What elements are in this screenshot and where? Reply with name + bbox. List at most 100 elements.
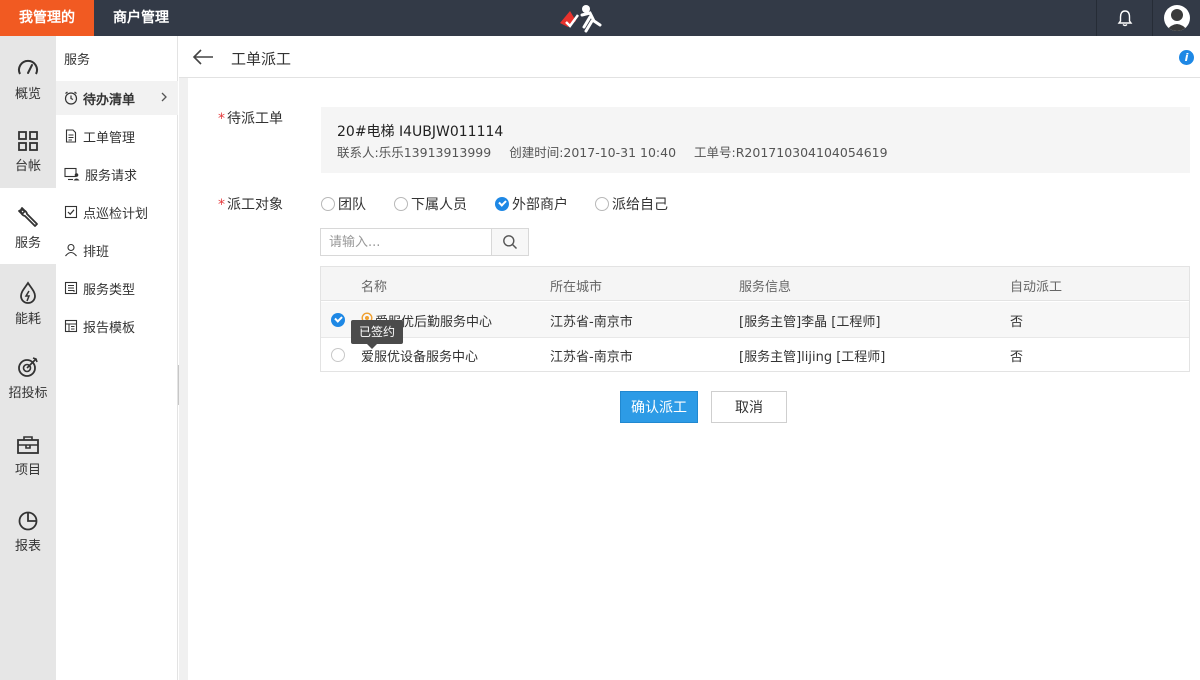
radio-label: 下属人员: [411, 197, 467, 213]
table-header: 名称 所在城市 服务信息 自动派工: [321, 267, 1189, 301]
alarm-clock-icon: [64, 91, 78, 105]
rail-label: 能耗: [14, 312, 41, 327]
target-icon: [18, 357, 38, 377]
rail-item-overview[interactable]: 概览: [0, 36, 56, 112]
sidebar-item-label: 服务请求: [85, 168, 138, 184]
user-avatar-icon: [1163, 5, 1190, 31]
merchant-city: 江苏省-南京市: [550, 350, 633, 365]
main-content: 工单派工 i * 待派工单 20#电梯 I4UBJW011114 联系人:乐乐13…: [179, 36, 1200, 680]
sidebar-item-label: 工单管理: [83, 130, 136, 146]
column-header-name: 名称: [361, 280, 388, 295]
user-avatar[interactable]: [1152, 0, 1200, 36]
rail-item-bidding[interactable]: 招投标: [0, 340, 56, 416]
service-sidebar: 服务 待办清单 工单管理 服务请求 点巡检计划 排班 服务类型 报告模板: [56, 36, 178, 680]
work-order-details: 联系人:乐乐13913913999 创建时间:2017-10-31 10:40 …: [337, 142, 902, 161]
gauge-icon: [18, 59, 38, 75]
sidebar-item-service-requests[interactable]: 服务请求: [56, 157, 178, 191]
merchant-service-info: [服务主管]李晶 [工程师]: [739, 315, 881, 330]
check-calendar-icon: [64, 205, 78, 219]
work-order-number: 工单号:R201710304104054619: [694, 145, 888, 160]
rail-label: 报表: [14, 539, 41, 554]
sidebar-item-inspection-plan[interactable]: 点巡检计划: [56, 195, 178, 229]
rail-item-reports[interactable]: 报表: [0, 492, 56, 568]
runner-logo-icon: [556, 3, 606, 33]
required-mark: *: [218, 197, 225, 213]
search-input[interactable]: [321, 229, 491, 255]
sidebar-item-label: 报告模板: [83, 320, 136, 336]
info-icon[interactable]: i: [1179, 50, 1194, 65]
merchant-auto-dispatch: 否: [1010, 315, 1024, 330]
radio-assign-self[interactable]: 派给自己: [595, 194, 668, 214]
service-type-icon: [64, 281, 78, 295]
report-template-icon: [64, 319, 78, 333]
search-icon: [503, 235, 518, 250]
merchant-management-tab[interactable]: 商户管理: [94, 0, 188, 36]
sidebar-item-label: 待办清单: [83, 92, 136, 108]
radio-label: 团队: [338, 197, 366, 213]
rail-item-service[interactable]: 服务: [0, 188, 56, 264]
notification-bell[interactable]: [1096, 0, 1152, 36]
work-order-label: * 待派工单: [218, 111, 283, 127]
radio-circle: [394, 197, 408, 211]
pie-chart-icon: [18, 511, 38, 531]
sidebar-item-scheduling[interactable]: 排班: [56, 233, 178, 267]
work-order-contact: 联系人:乐乐13913913999: [337, 145, 492, 160]
rail-label: 招投标: [8, 386, 48, 401]
grid-icon: [18, 131, 38, 151]
back-button[interactable]: [191, 47, 215, 71]
radio-label: 外部商户: [512, 197, 568, 213]
rail-item-project[interactable]: 项目: [0, 416, 56, 492]
table-row[interactable]: 爱服优后勤服务中心 江苏省-南京市 [服务主管]李晶 [工程师] 否: [321, 302, 1189, 337]
chevron-right-icon: [161, 92, 167, 102]
radio-external-merchant[interactable]: 外部商户: [495, 194, 568, 214]
row-radio[interactable]: [331, 348, 345, 362]
merchant-auto-dispatch: 否: [1010, 350, 1024, 365]
column-header-city: 所在城市: [550, 280, 603, 295]
module-rail: 概览 台帐 服务 能耗 招投标 项目 报表: [0, 36, 56, 680]
page-title: 工单派工: [231, 50, 292, 68]
sidebar-item-label: 服务类型: [83, 282, 136, 298]
person-icon: [65, 243, 77, 257]
radio-circle-checked: [495, 197, 509, 211]
merchant-table: 名称 所在城市 服务信息 自动派工 爱服优后勤服务中心 江苏省-南京市 [服务主…: [320, 266, 1190, 372]
radio-team[interactable]: 团队: [321, 194, 366, 214]
dispatch-target-label: * 派工对象: [218, 197, 283, 213]
page-header: 工单派工 i: [179, 36, 1200, 78]
cancel-button[interactable]: 取消: [711, 391, 787, 423]
rail-label: 项目: [14, 463, 41, 478]
sidebar-item-label: 排班: [83, 244, 110, 260]
document-icon: [65, 129, 77, 143]
confirm-dispatch-button[interactable]: 确认派工: [620, 391, 698, 423]
merchant-city: 江苏省-南京市: [550, 315, 633, 330]
sidebar-item-todo[interactable]: 待办清单: [56, 81, 178, 115]
rail-label: 概览: [14, 87, 41, 102]
sidebar-item-report-templates[interactable]: 报告模板: [56, 309, 178, 343]
sidebar-heading: 服务: [64, 53, 91, 68]
monitor-user-icon: [64, 167, 80, 181]
sidebar-item-work-orders[interactable]: 工单管理: [56, 119, 178, 153]
signed-tooltip: 已签约: [351, 320, 404, 349]
rail-item-energy[interactable]: 能耗: [0, 264, 56, 340]
wrench-icon: [18, 207, 38, 227]
top-bar: 我管理的 商户管理: [0, 0, 1200, 36]
radio-subordinates[interactable]: 下属人员: [394, 194, 467, 214]
search-button[interactable]: [491, 229, 528, 255]
work-order-created: 创建时间:2017-10-31 10:40: [509, 145, 677, 160]
merchant-search: [320, 228, 529, 256]
rail-label: 台帐: [14, 159, 41, 174]
rail-item-ledger[interactable]: 台帐: [0, 112, 56, 188]
merchant-service-info: [服务主管]lijing [工程师]: [739, 350, 886, 365]
table-row[interactable]: 爱服优设备服务中心 江苏省-南京市 [服务主管]lijing [工程师] 否: [321, 337, 1189, 372]
sidebar-item-service-types[interactable]: 服务类型: [56, 271, 178, 305]
arrow-left-icon: [192, 49, 213, 65]
sidebar-item-label: 点巡检计划: [83, 206, 149, 222]
rail-label: 服务: [14, 236, 41, 251]
radio-label: 派给自己: [612, 197, 668, 213]
row-radio-checked[interactable]: [331, 313, 345, 327]
merchant-name: 爱服优设备服务中心: [361, 350, 479, 365]
column-header-auto-dispatch: 自动派工: [1010, 280, 1063, 295]
work-order-summary: 20#电梯 I4UBJW011114 联系人:乐乐13913913999 创建时…: [321, 107, 1190, 173]
brand-tab[interactable]: 我管理的: [0, 0, 94, 36]
bell-icon: [1117, 10, 1132, 27]
column-header-service-info: 服务信息: [739, 280, 792, 295]
